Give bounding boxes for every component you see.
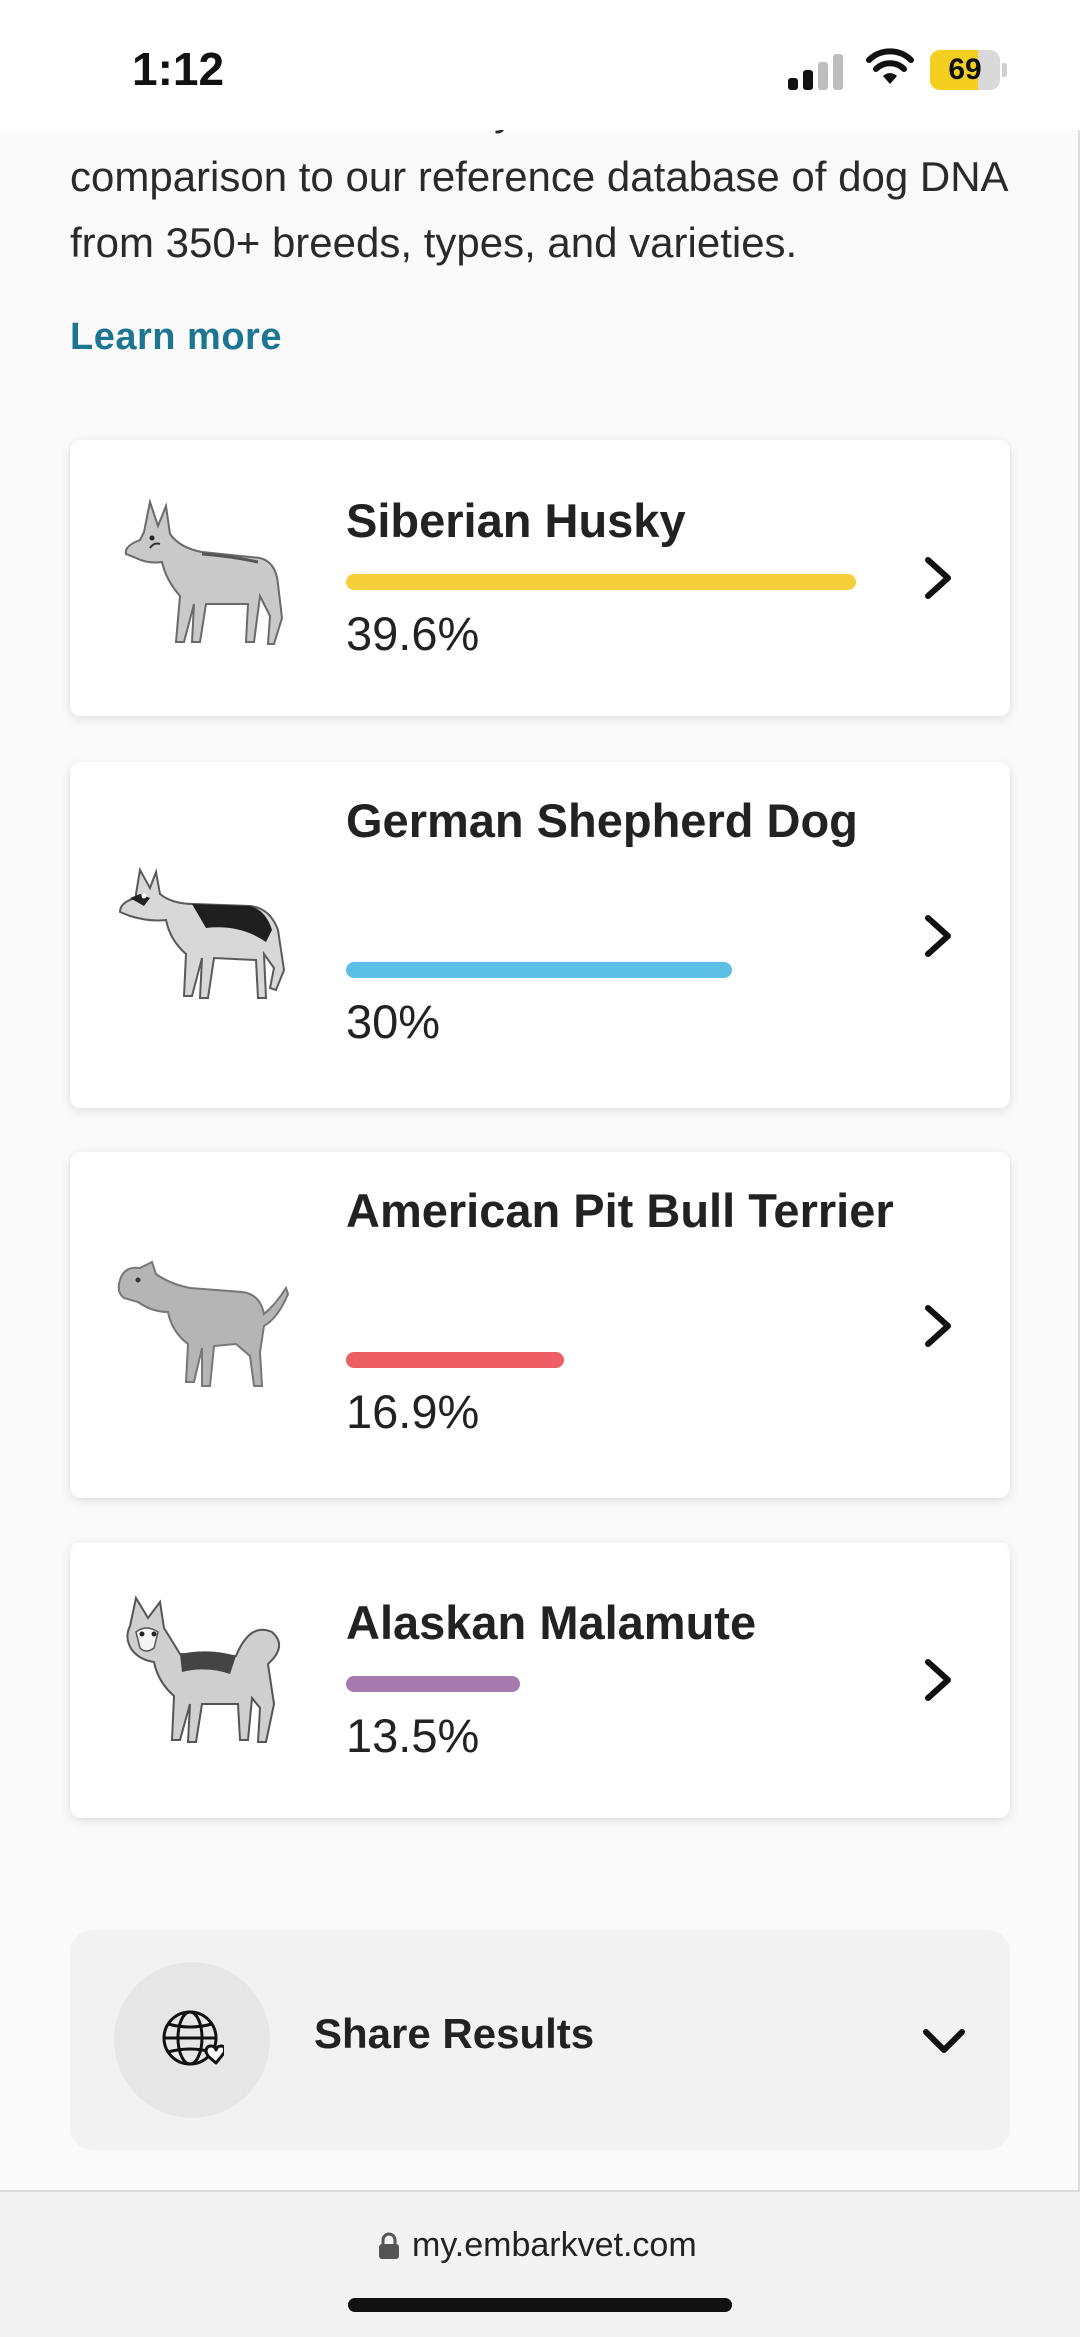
breed-card-siberian-husky[interactable]: Siberian Husky 39.6% [70, 440, 1010, 716]
lock-icon [379, 2232, 399, 2259]
breed-card-german-shepherd-dog[interactable]: German Shepherd Dog 30% [70, 762, 1010, 1108]
husky-illustration [124, 498, 284, 645]
breed-percentage: 39.6% [346, 607, 480, 660]
url-text[interactable]: my.embarkvet.com [412, 2226, 697, 2265]
breed-percentage-bar-fill [346, 1352, 564, 1368]
cellular-signal-icon [788, 54, 843, 90]
main-content[interactable]: Nala’s DNA breed analysis is based on a … [0, 130, 1080, 2190]
breed-name: German Shepherd Dog [346, 794, 858, 847]
browser-address-bar[interactable]: my.embarkvet.com [0, 2190, 1080, 2337]
breed-percentage: 13.5% [346, 1709, 480, 1762]
breed-card-alaskan-malamute[interactable]: Alaskan Malamute 13.5% [70, 1542, 1010, 1818]
breed-percentage-bar [346, 962, 856, 978]
breed-percentage: 30% [346, 995, 441, 1048]
chevron-right-icon[interactable] [916, 1656, 960, 1704]
breed-percentage: 16.9% [346, 1385, 480, 1438]
breed-percentage-bar-fill [346, 1676, 520, 1692]
breed-percentage-bar-fill [346, 962, 732, 978]
home-indicator[interactable] [348, 2298, 732, 2312]
breed-card-american-pit-bull-terrier[interactable]: American Pit Bull Terrier 16.9% [70, 1152, 1010, 1498]
status-time: 1:12 [132, 43, 225, 95]
breed-percentage-bar [346, 1676, 856, 1692]
breed-percentage-bar-fill [346, 574, 856, 590]
page: 1:12 69 Nala’s DNA breed analysis is bas… [0, 0, 1080, 2337]
breed-percentage-bar [346, 1352, 856, 1368]
breed-percentage-bar [346, 574, 856, 590]
status-bar: 1:12 69 [0, 0, 1080, 130]
german-shepherd-illustration [118, 867, 286, 999]
chevron-right-icon[interactable] [916, 554, 960, 602]
breed-name: Alaskan Malamute [346, 1596, 757, 1649]
globe-heart-icon [162, 2010, 224, 2066]
chevron-right-icon[interactable] [916, 912, 960, 960]
wifi-icon [866, 48, 914, 84]
learn-more-link[interactable]: Learn more [70, 316, 282, 359]
chevron-right-icon[interactable] [916, 1302, 960, 1350]
chevron-down-icon[interactable] [920, 2022, 968, 2062]
malamute-illustration [126, 1595, 280, 1743]
breed-name: American Pit Bull Terrier [346, 1184, 894, 1237]
share-results-panel[interactable]: Share Results [70, 1930, 1010, 2150]
breed-name: Siberian Husky [346, 494, 686, 547]
battery-level: 69 [948, 53, 982, 86]
pit-bull-illustration [117, 1260, 290, 1387]
share-results-label: Share Results [314, 2010, 595, 2057]
share-icon-badge [114, 1962, 270, 2118]
battery-icon: 69 [930, 50, 1008, 90]
breed-analysis-description: Nala’s DNA breed analysis is based on a … [70, 130, 1007, 266]
